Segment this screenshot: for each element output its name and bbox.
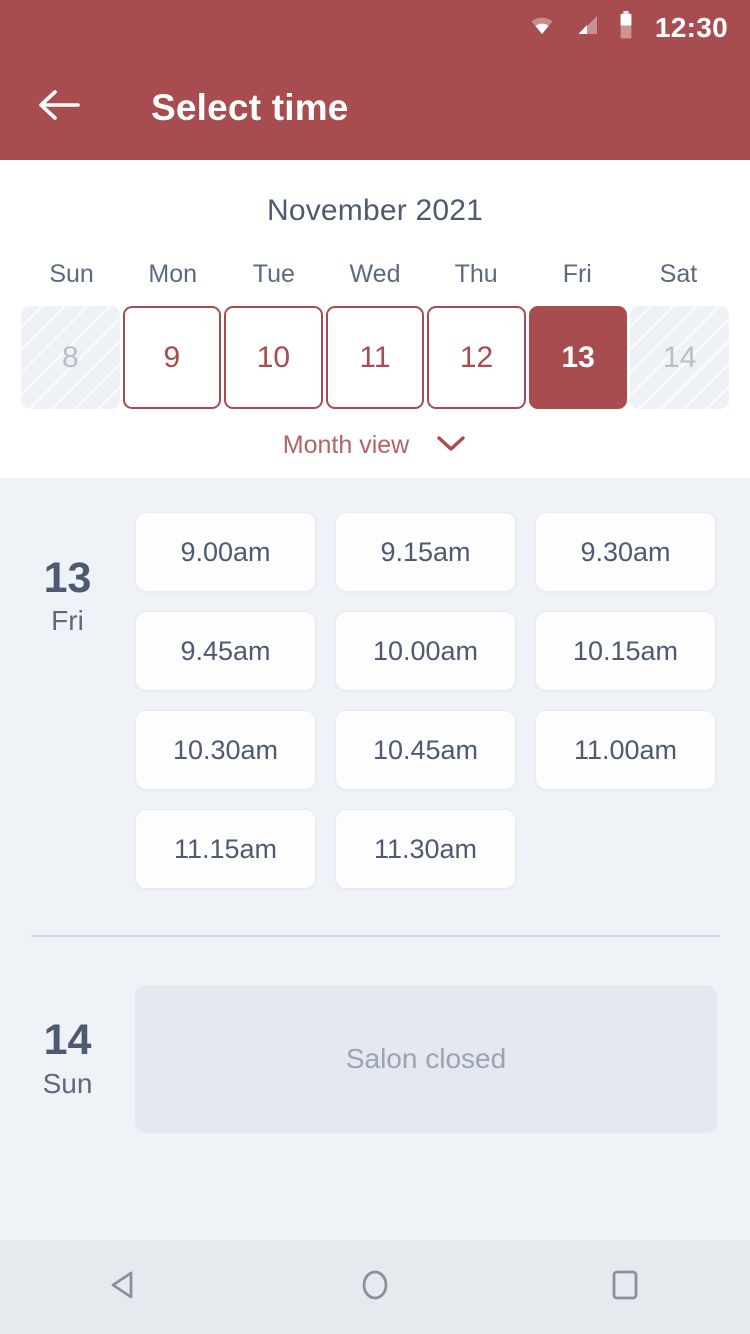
day-block-13: 13 Fri 9.00am 9.15am 9.30am 9.45am 10.00… xyxy=(0,512,750,889)
calendar-panel: November 2021 Sun Mon Tue Wed Thu Fri Sa… xyxy=(0,160,750,478)
weekday-fri: Fri xyxy=(562,260,592,288)
app-bar: Select time xyxy=(0,55,750,160)
day-block-14: 14 Sun Salon closed xyxy=(0,985,750,1133)
nav-home-button[interactable] xyxy=(320,1240,430,1334)
salon-closed-card: Salon closed xyxy=(135,985,717,1133)
chevron-down-icon xyxy=(435,433,467,458)
calendar-day-row: 8 9 10 11 12 13 14 xyxy=(0,306,750,409)
calendar-day-13[interactable]: 13 xyxy=(528,306,628,409)
battery-icon xyxy=(617,11,635,44)
weekday-sat: Sat xyxy=(659,260,698,288)
calendar-day-12[interactable]: 12 xyxy=(427,306,526,409)
nav-back-button[interactable] xyxy=(70,1240,180,1334)
weekday-sun: Sun xyxy=(49,260,94,288)
day-label-number: 13 xyxy=(43,554,92,602)
day-label-14: 14 Sun xyxy=(0,985,135,1133)
calendar-day-14: 14 xyxy=(630,306,729,409)
calendar-day-8: 8 xyxy=(21,306,120,409)
time-slot[interactable]: 11.30am xyxy=(335,809,516,889)
time-slot[interactable]: 9.45am xyxy=(135,611,316,691)
schedule-area: 13 Fri 9.00am 9.15am 9.30am 9.45am 10.00… xyxy=(0,478,750,1133)
android-back-icon xyxy=(104,1264,146,1311)
day-label-number: 14 xyxy=(43,1016,92,1065)
wifi-icon xyxy=(527,13,557,42)
weekday-thu: Thu xyxy=(454,260,498,288)
day-label-13: 13 Fri xyxy=(0,512,135,637)
calendar-month-title: November 2021 xyxy=(266,194,484,227)
time-slot[interactable]: 11.15am xyxy=(135,809,316,889)
calendar-weekday-header: Sun Mon Tue Wed Thu Fri Sat xyxy=(0,260,750,289)
time-slot-grid: 9.00am 9.15am 9.30am 9.45am 10.00am 10.1… xyxy=(135,512,716,889)
page-title: Select time xyxy=(151,86,349,128)
weekday-mon: Mon xyxy=(148,260,198,288)
time-slot[interactable]: 9.00am xyxy=(135,512,316,592)
calendar-day-11[interactable]: 11 xyxy=(325,306,425,409)
cellular-signal-icon xyxy=(573,13,601,42)
day-label-name: Sun xyxy=(42,1067,93,1099)
time-slot[interactable]: 10.15am xyxy=(535,611,716,691)
status-clock: 12:30 xyxy=(654,11,728,43)
time-slot[interactable]: 10.30am xyxy=(135,710,316,790)
back-arrow-icon xyxy=(38,88,82,127)
back-button[interactable] xyxy=(32,80,88,136)
time-slot[interactable]: 10.45am xyxy=(335,710,516,790)
calendar-day-9[interactable]: 9 xyxy=(122,306,222,409)
month-view-toggle[interactable]: Month view xyxy=(0,431,750,460)
android-recents-icon xyxy=(604,1264,646,1311)
weekday-tue: Tue xyxy=(252,260,295,288)
status-bar: 12:30 xyxy=(0,0,750,55)
weekday-wed: Wed xyxy=(349,260,401,288)
calendar-day-10[interactable]: 10 xyxy=(224,306,323,409)
section-divider xyxy=(31,935,719,937)
day-label-name: Fri xyxy=(51,605,84,637)
android-home-icon xyxy=(354,1264,396,1311)
time-slot[interactable]: 9.30am xyxy=(535,512,716,592)
nav-recents-button[interactable] xyxy=(570,1240,680,1334)
android-navigation-bar xyxy=(0,1240,750,1334)
time-slot[interactable]: 9.15am xyxy=(335,512,516,592)
month-view-label: Month view xyxy=(282,431,410,459)
time-slot[interactable]: 10.00am xyxy=(335,611,516,691)
time-slot[interactable]: 11.00am xyxy=(535,710,716,790)
